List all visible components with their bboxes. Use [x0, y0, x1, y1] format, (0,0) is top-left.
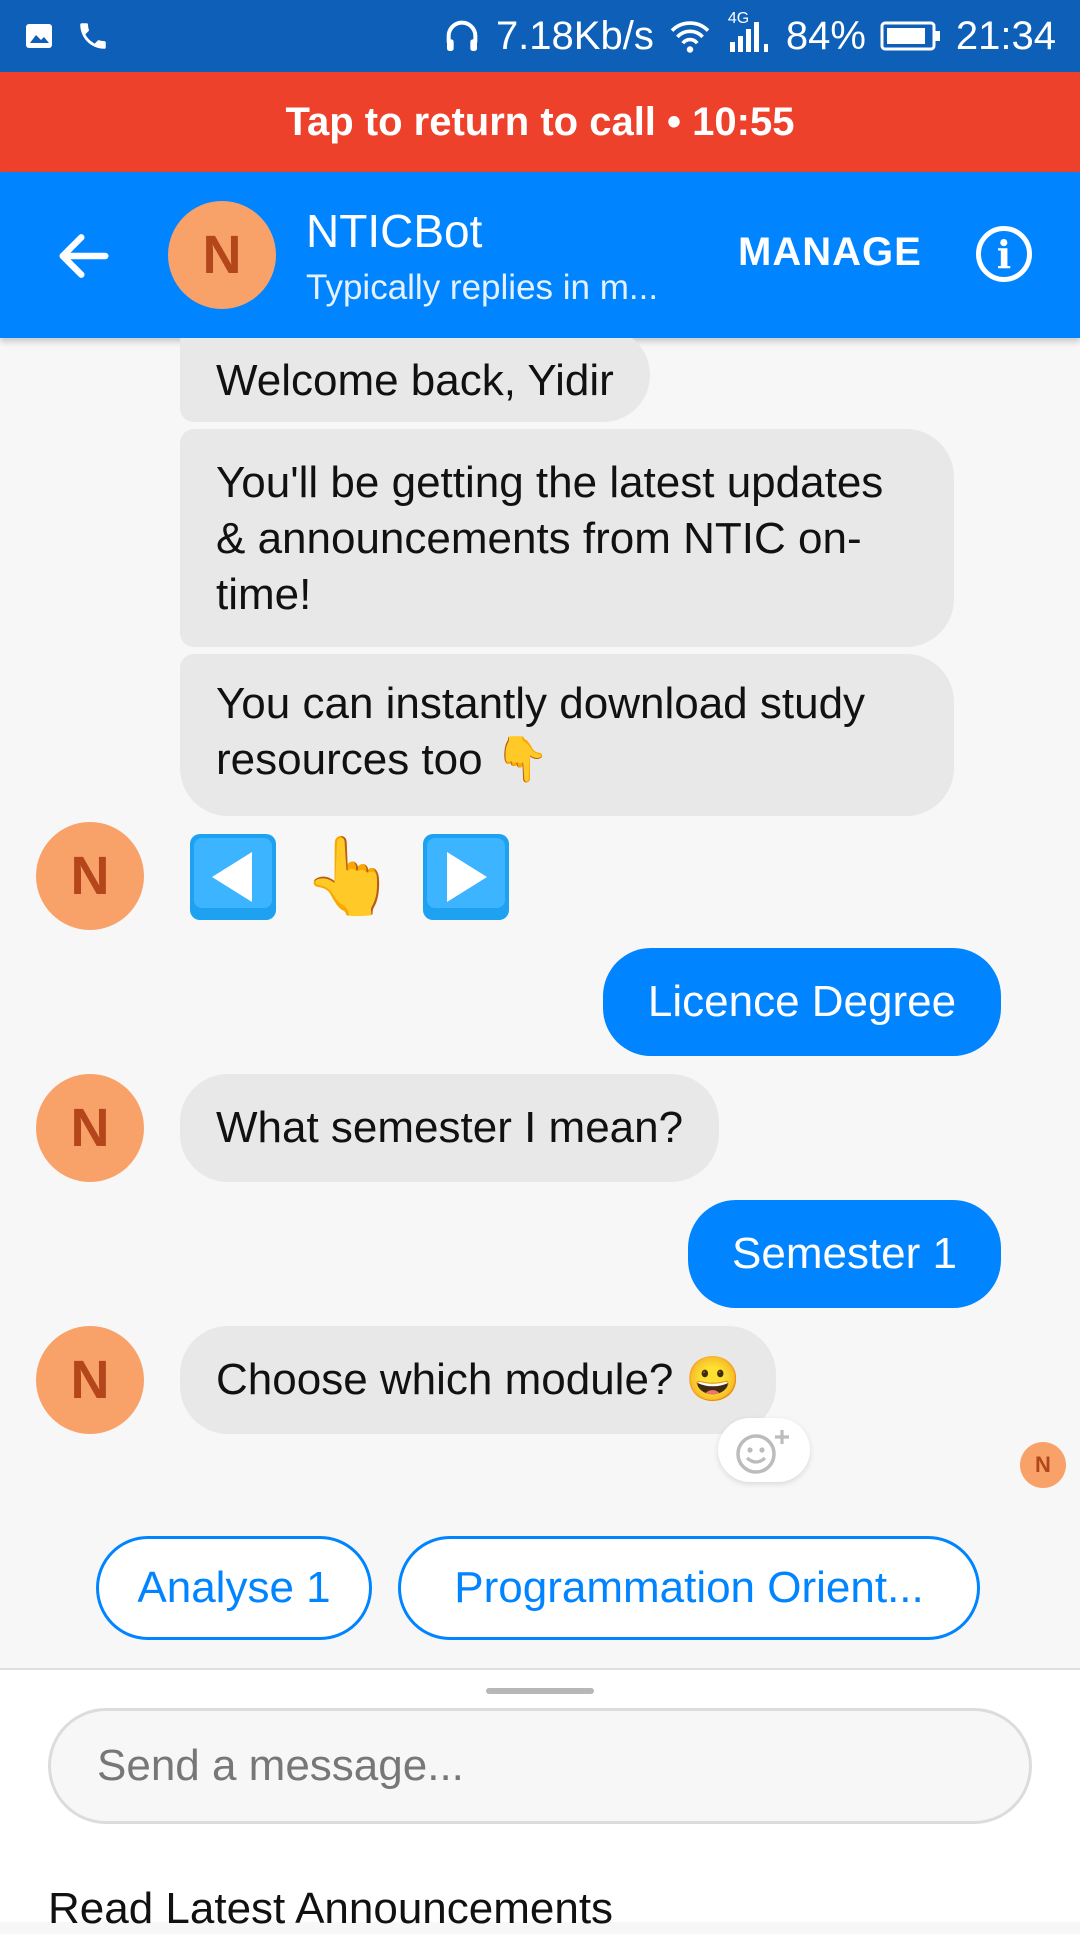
avatar-letter: N	[202, 225, 242, 285]
headphones-icon	[446, 20, 478, 51]
user-message[interactable]: Licence Degree	[603, 948, 1001, 1056]
bot-message[interactable]: You can instantly download study resourc…	[180, 654, 954, 816]
avatar-letter: N	[1035, 1452, 1051, 1477]
bot-message[interactable]: You'll be getting the latest updates & a…	[180, 429, 954, 647]
add-reaction-icon	[736, 1430, 789, 1474]
quick-reply-programmation[interactable]: Programmation Orient...	[398, 1536, 980, 1640]
battery-icon	[880, 21, 940, 51]
message-text: Licence Degree	[647, 977, 957, 1026]
message-text: What semester I mean?	[216, 1103, 684, 1152]
bot-avatar[interactable]: N	[36, 1074, 144, 1182]
quick-reply-analyse-1[interactable]: Analyse 1	[96, 1536, 372, 1640]
conversation-header: N NTICBot Typically replies in m... MANA…	[0, 172, 1080, 338]
quick-replies: Analyse 1 Programmation Orient...	[96, 1536, 980, 1640]
info-icon[interactable]: i	[976, 226, 1032, 282]
manage-button[interactable]: MANAGE	[738, 230, 922, 275]
wifi-icon	[670, 21, 710, 53]
avatar-letter: N	[70, 846, 110, 906]
drag-handle[interactable]	[486, 1688, 594, 1694]
phone-call-icon	[80, 23, 106, 49]
emoji-message[interactable]: 👆	[188, 832, 511, 922]
info-icon-glyph: i	[996, 231, 1012, 277]
message-text: You'll be getting the latest updates & a…	[216, 458, 884, 619]
message-input[interactable]: Send a message...	[48, 1708, 1032, 1824]
message-list[interactable]: Welcome back, Yidir You'll be getting th…	[0, 338, 1080, 1668]
right-arrow-emoji-icon	[422, 834, 509, 920]
bot-message[interactable]: Welcome back, Yidir	[180, 338, 650, 422]
signal-icon: 4G	[726, 10, 772, 56]
status-bar: 7.18Kb/s 4G 84% 21:34	[0, 0, 1080, 72]
avatar-letter: N	[70, 1098, 110, 1158]
bot-message[interactable]: Choose which module? 😀	[180, 1326, 777, 1434]
message-text: Welcome back, Yidir	[216, 356, 614, 405]
persistent-menu-item[interactable]: Read Latest Announcements	[48, 1884, 613, 1934]
avatar-letter: N	[70, 1350, 110, 1410]
bot-message[interactable]: What semester I mean?	[180, 1074, 720, 1182]
quick-reply-label: Analyse 1	[137, 1563, 331, 1612]
call-banner-text: Tap to return to call • 10:55	[285, 99, 795, 144]
gallery-notification-icon	[26, 24, 52, 48]
response-time-subtitle: Typically replies in m...	[306, 268, 659, 307]
conversation-title[interactable]: NTICBot	[306, 204, 482, 258]
message-text: Choose which module? 😀	[216, 1355, 741, 1404]
message-text: Semester 1	[732, 1229, 957, 1278]
message-text: You can instantly download study resourc…	[216, 679, 866, 784]
return-to-call-banner[interactable]: Tap to return to call • 10:55	[0, 72, 1080, 172]
net-speed: 7.18Kb/s	[495, 14, 654, 58]
clock: 21:34	[955, 14, 1056, 58]
back-arrow-icon[interactable]	[52, 224, 116, 288]
composer-area: Send a message... Read Latest Announceme…	[0, 1668, 1080, 1933]
bot-avatar[interactable]: N	[36, 1326, 144, 1434]
pointing-up-emoji: 👆	[302, 834, 397, 919]
seen-indicator-avatar: N	[1020, 1442, 1066, 1488]
battery-percent: 84%	[785, 14, 866, 58]
add-reaction-button[interactable]	[718, 1418, 810, 1482]
left-arrow-emoji-icon	[190, 834, 276, 920]
quick-reply-label: Programmation Orient...	[454, 1563, 924, 1612]
bot-avatar[interactable]: N	[168, 201, 276, 309]
user-message[interactable]: Semester 1	[688, 1200, 1001, 1308]
bot-avatar[interactable]: N	[36, 822, 144, 930]
